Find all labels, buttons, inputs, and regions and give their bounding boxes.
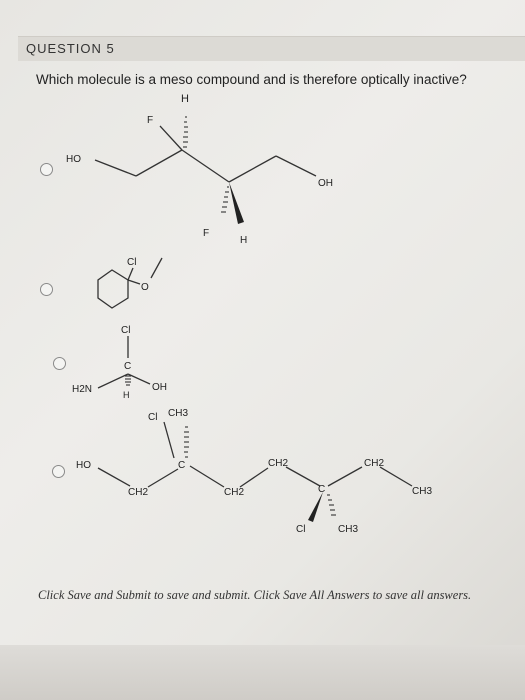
- option-d-ch3-bottom: CH3: [338, 524, 358, 535]
- bottom-panel: [0, 645, 525, 700]
- option-d-cl-bottom: Cl: [296, 524, 305, 535]
- option-d-ch2-b: CH2: [224, 487, 244, 498]
- option-d-c1: C: [178, 460, 185, 471]
- option-d-c2: C: [318, 484, 325, 495]
- option-d-ch3-right: CH3: [412, 486, 432, 497]
- option-d-cl-top: Cl: [148, 412, 157, 423]
- option-d-ch2-a: CH2: [128, 487, 148, 498]
- submit-instructions: Click Save and Submit to save and submit…: [38, 588, 472, 602]
- option-d-ch2-d: CH2: [364, 458, 384, 469]
- option-d-ch2-c: CH2: [268, 458, 288, 469]
- option-d-ch3-top: CH3: [168, 408, 188, 419]
- option-d-ho: HO: [76, 460, 91, 471]
- option-d-structure: HO CH2 C Cl CH3 CH2 CH2 C CH2 CH3 Cl CH3: [76, 408, 432, 535]
